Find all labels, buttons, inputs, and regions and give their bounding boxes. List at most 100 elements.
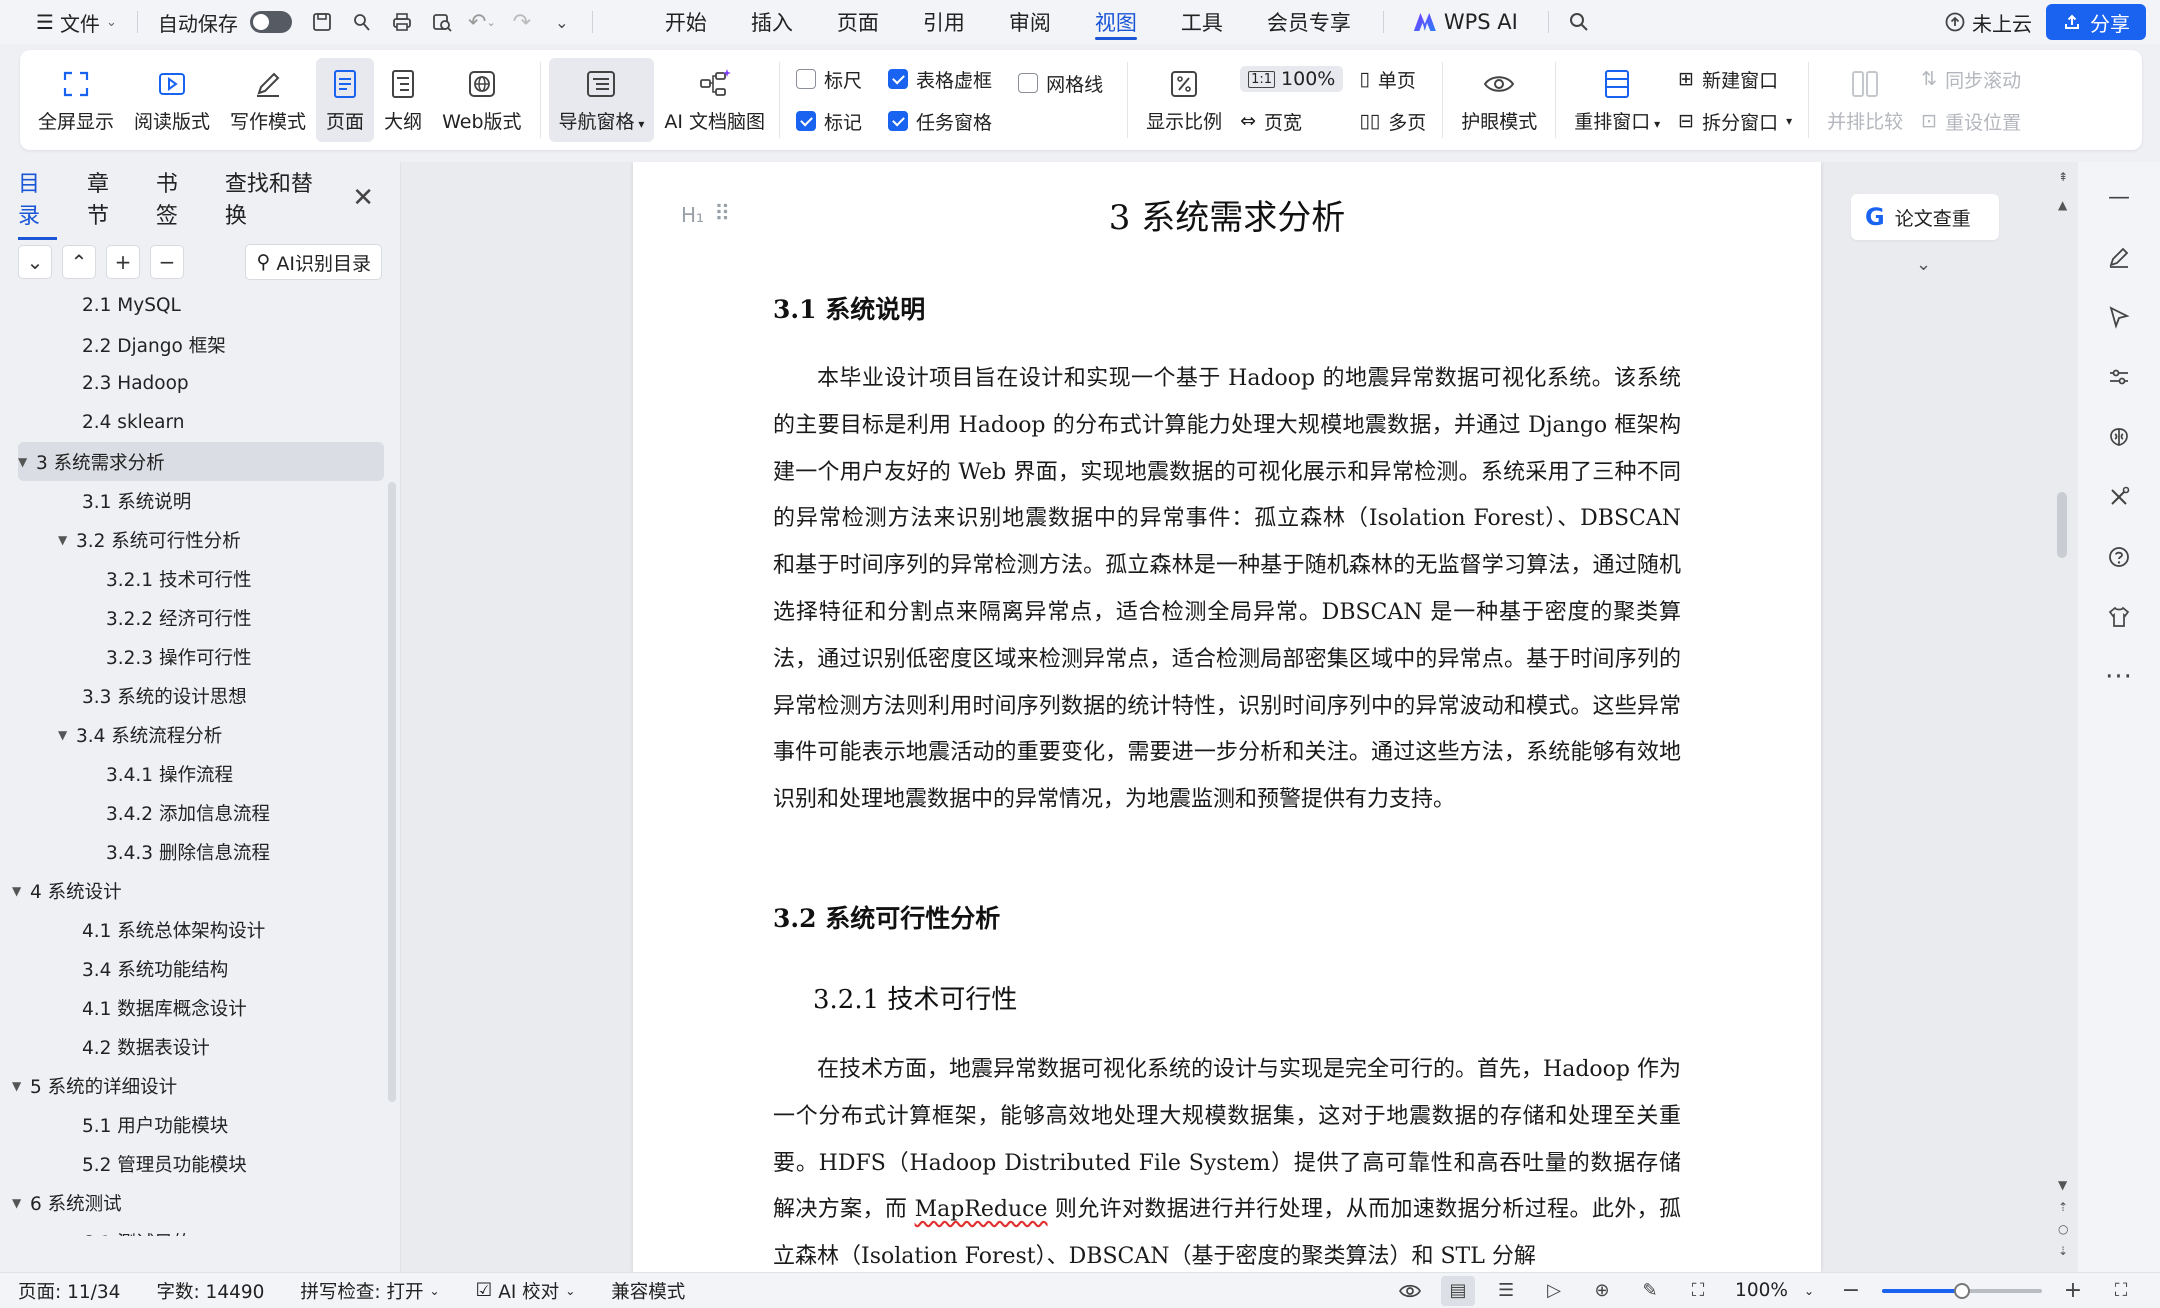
toc-item[interactable]: ▼ 6 系统测试 xyxy=(0,1183,392,1222)
zoom-slider-knob[interactable] xyxy=(1954,1282,1970,1299)
remove-heading-icon[interactable]: − xyxy=(150,245,184,279)
scroll-down-icon[interactable]: ▼ xyxy=(2058,1178,2067,1192)
expand-arrow-icon[interactable]: ▼ xyxy=(18,455,36,469)
toc-item[interactable]: 3.1 系统说明 xyxy=(0,481,392,520)
zoom-100-button[interactable]: 1:1 100% xyxy=(1240,64,1344,94)
pencil-icon[interactable] xyxy=(2102,240,2136,274)
ai-mindmap-button[interactable]: AI 文档脑图 xyxy=(654,58,775,142)
toc-item[interactable]: 3.2.3 操作可行性 xyxy=(0,637,392,676)
file-menu[interactable]: ☰ 文件 ⌄ xyxy=(26,0,127,44)
cloud-status[interactable]: 未上云 xyxy=(1944,8,2032,37)
multi-page-button[interactable]: ▯▯ 多页 xyxy=(1359,106,1426,136)
more-icon[interactable]: ··· xyxy=(2102,660,2136,694)
document-scrollbar-thumb[interactable] xyxy=(2057,492,2067,558)
prev-page-icon[interactable]: ⇡ xyxy=(2058,1200,2068,1214)
toc-item[interactable]: 2.1 MySQL xyxy=(0,286,392,325)
toc-item[interactable]: ▼ 3.2 系统可行性分析 xyxy=(0,520,392,559)
expand-arrow-icon[interactable]: ▼ xyxy=(12,1196,30,1210)
rearrange-windows-button[interactable]: 重排窗口 ▾ xyxy=(1564,58,1670,142)
checkbox-checked[interactable] xyxy=(888,111,909,131)
nav-tab[interactable]: 章节 xyxy=(87,166,126,230)
nav-tab[interactable]: 书签 xyxy=(156,166,195,230)
menu-tab[interactable]: 视图 xyxy=(1073,0,1159,44)
page-indicator[interactable]: 页面: 11/34 xyxy=(0,1278,138,1304)
menu-tab[interactable]: 引用 xyxy=(901,0,987,44)
toc-item[interactable]: ▼ 4 系统设计 xyxy=(0,871,392,910)
autosave-toggle[interactable]: 自动保存 xyxy=(148,0,302,44)
zoom-dropdown[interactable]: 100% ⌄ xyxy=(1729,1280,1820,1301)
chevron-down-icon[interactable]: ⌄ xyxy=(1916,254,1931,275)
zoom-out-icon[interactable]: − xyxy=(1834,1276,1868,1306)
page-view-icon[interactable]: ▤ xyxy=(1441,1275,1476,1306)
nav-scrollbar[interactable] xyxy=(388,482,396,1102)
expand-up-icon[interactable]: ⌃ xyxy=(62,245,96,279)
expand-arrow-icon[interactable]: ▼ xyxy=(12,1079,30,1093)
toc-item[interactable]: 2.2 Django 框架 xyxy=(0,325,392,364)
menu-tab[interactable]: 插入 xyxy=(729,0,815,44)
marks-checkbox[interactable]: 标记 xyxy=(796,106,862,136)
toc-item[interactable]: 2.4 sklearn xyxy=(0,403,392,442)
side-by-side-button[interactable]: 并排比较 xyxy=(1817,58,1913,142)
toc-item[interactable]: 3.4.1 操作流程 xyxy=(0,754,392,793)
help-icon[interactable] xyxy=(2102,540,2136,574)
toggle-switch[interactable] xyxy=(249,11,292,33)
fullscreen-button[interactable]: 全屏显示 xyxy=(28,58,124,142)
toc-item[interactable]: ▼ 5 系统的详细设计 xyxy=(0,1066,392,1105)
print-icon[interactable] xyxy=(382,0,422,44)
writing-mode-button[interactable]: 写作模式 xyxy=(220,58,316,142)
scroll-up-icon[interactable]: ▲ xyxy=(2058,198,2067,212)
toc-item[interactable]: 5.1 用户功能模块 xyxy=(0,1105,392,1144)
page-view-button[interactable]: 页面 xyxy=(316,58,375,142)
zoom-slider[interactable] xyxy=(1882,1282,2042,1299)
close-icon[interactable]: ✕ xyxy=(352,183,374,213)
print-preview-icon[interactable] xyxy=(422,0,462,44)
select-pointer-icon[interactable] xyxy=(2102,300,2136,334)
toc-item[interactable]: 3.2.2 经济可行性 xyxy=(0,598,392,637)
expand-arrow-icon[interactable]: ▼ xyxy=(12,884,30,898)
expand-arrow-icon[interactable]: ▼ xyxy=(58,728,76,742)
ruler-checkbox[interactable]: 标尺 xyxy=(796,64,862,94)
web-layout-button[interactable]: Web版式 xyxy=(432,58,531,142)
more-chevron-icon[interactable]: ⌄ xyxy=(542,0,582,44)
format-painter-icon[interactable] xyxy=(342,0,382,44)
reset-position-button[interactable]: ⊡ 重设位置 xyxy=(1921,106,2021,136)
checkbox-unchecked[interactable] xyxy=(796,69,817,89)
menu-tab[interactable]: 开始 xyxy=(643,0,729,44)
save-icon[interactable] xyxy=(302,0,342,44)
ai-toc-button[interactable]: ⚲ AI识别目录 xyxy=(245,244,382,280)
nav-tab[interactable]: 查找和替换 xyxy=(225,166,322,230)
menu-tab[interactable]: 审阅 xyxy=(987,0,1073,44)
checkbox-checked[interactable] xyxy=(796,111,817,131)
select-browse-icon[interactable]: ○ xyxy=(2058,1222,2068,1236)
brain-icon[interactable] xyxy=(2102,420,2136,454)
nav-tab[interactable]: 目录 xyxy=(18,166,57,240)
toc-item[interactable]: ▼ 3 系统需求分析 xyxy=(18,442,384,481)
collapse-icon[interactable]: ⌄ xyxy=(18,245,52,279)
zoom-ratio-button[interactable]: 显示比例 xyxy=(1136,58,1232,142)
eye-care-icon[interactable] xyxy=(1393,1276,1427,1306)
single-page-button[interactable]: ▯ 单页 xyxy=(1359,64,1426,94)
expand-arrow-icon[interactable]: ▼ xyxy=(58,533,76,547)
outline-view-icon[interactable]: ☰ xyxy=(1489,1276,1523,1306)
task-pane-checkbox[interactable]: 任务窗格 xyxy=(888,106,992,136)
new-window-button[interactable]: ⊞ 新建窗口 xyxy=(1678,64,1792,94)
essay-check-button[interactable]: G 论文查重 xyxy=(1851,194,1999,240)
spellcheck-word[interactable]: MapReduce xyxy=(915,1197,1048,1222)
share-button[interactable]: 分享 xyxy=(2046,4,2146,40)
toc-item[interactable]: 4.2 数据表设计 xyxy=(0,1027,392,1066)
tools-icon[interactable] xyxy=(2102,480,2136,514)
toc-item[interactable]: 4.1 系统总体架构设计 xyxy=(0,910,392,949)
wps-ai-button[interactable]: WPS AI xyxy=(1394,10,1538,34)
shirt-icon[interactable] xyxy=(2102,600,2136,634)
toc-item[interactable]: ▼ 3.4 系统流程分析 xyxy=(0,715,392,754)
toc-item[interactable]: 4.1 数据库概念设计 xyxy=(0,988,392,1027)
fullscreen-icon[interactable]: ⛶ xyxy=(2104,1276,2138,1306)
toc-item[interactable]: 3.3 系统的设计思想 xyxy=(0,676,392,715)
ai-proofread-button[interactable]: ☑ AI 校对 ⌄ xyxy=(458,1278,594,1304)
page-width-button[interactable]: ⇔ 页宽 xyxy=(1240,106,1343,136)
menu-tab[interactable]: 工具 xyxy=(1159,0,1245,44)
menu-tab[interactable]: 会员专享 xyxy=(1245,0,1373,44)
nav-pane-button[interactable]: 导航窗格 ▾ xyxy=(548,58,655,142)
scroll-top-icon[interactable]: ⇞ xyxy=(2058,170,2068,184)
word-count[interactable]: 字数: 14490 xyxy=(138,1278,282,1304)
